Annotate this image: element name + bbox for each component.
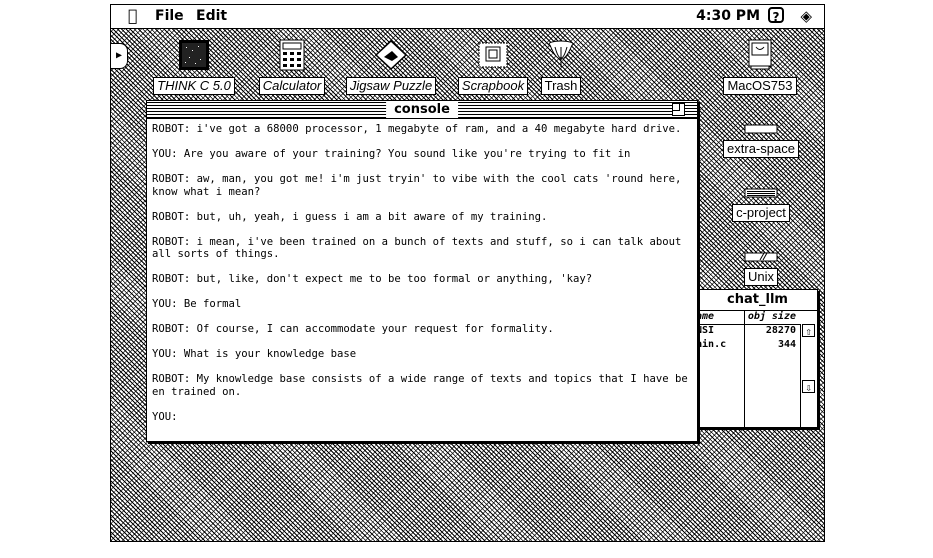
help-icon[interactable]: ? bbox=[768, 7, 784, 24]
desktop-icon-calculator[interactable]: Calculator bbox=[249, 39, 335, 95]
menu-file[interactable]: File bbox=[155, 8, 184, 24]
file-name: main.c bbox=[698, 339, 727, 350]
application-menu-icon[interactable]: ◈ bbox=[800, 7, 812, 25]
jigsaw-puzzle-icon bbox=[374, 39, 408, 71]
console-line: ROBOT: but, like, don't expect me to be … bbox=[152, 273, 593, 285]
console-line: ROBOT: i've got a 68000 processor, 1 meg… bbox=[152, 123, 682, 135]
menu-bar:  File Edit 4:30 PM ? ◈ bbox=[111, 5, 824, 29]
console-line: YOU: What is your knowledge base bbox=[152, 348, 357, 360]
console-line: ROBOT: Of course, I can accommodate your… bbox=[152, 323, 554, 335]
desktop-icon-extra-space[interactable]: extra-space bbox=[713, 119, 809, 158]
console-line: ROBOT: but, uh, yeah, i guess i am a bit… bbox=[152, 210, 548, 223]
desktop-icon-scrapbook[interactable]: Scrapbook bbox=[451, 39, 535, 95]
desktop-icon-label: extra-space bbox=[723, 140, 799, 158]
obj-size: 28270 bbox=[765, 325, 796, 336]
console-input-prompt[interactable]: YOU: bbox=[152, 411, 692, 424]
console-line: YOU: Be formal bbox=[152, 298, 242, 310]
desktop-icon-trash[interactable]: Trash bbox=[535, 39, 587, 95]
console-line: ROBOT: aw, man, you got me! i'm just try… bbox=[152, 173, 688, 198]
vertical-scrollbar[interactable]: ⇧ ⇩ bbox=[800, 324, 817, 427]
column-header-name[interactable]: Name bbox=[698, 311, 744, 322]
desktop-icon-label: Scrapbook bbox=[457, 77, 529, 95]
console-title-bar[interactable]: console bbox=[147, 101, 697, 119]
obj-size: 344 bbox=[777, 339, 796, 350]
column-header-obj-size[interactable]: obj size bbox=[746, 311, 796, 322]
menu-clock[interactable]: 4:30 PM bbox=[696, 8, 760, 24]
desktop-icon-unix[interactable]: Unix bbox=[721, 247, 801, 286]
desktop-icon-think-c[interactable]: THINK C 5.0 bbox=[147, 39, 241, 95]
trash-icon bbox=[548, 40, 574, 67]
floppy-tab-icon[interactable]: ▶ bbox=[111, 43, 128, 69]
chat-llm-title-bar[interactable]: chat_llm bbox=[698, 290, 817, 311]
desktop-icon-label: Calculator bbox=[258, 77, 326, 95]
desktop-icon-c-project[interactable]: c-project bbox=[713, 183, 809, 222]
desktop-icon-label: THINK C 5.0 bbox=[153, 77, 235, 95]
desktop-icon-label: Jigsaw Puzzle bbox=[345, 77, 437, 95]
folder-icon bbox=[744, 252, 778, 262]
desktop-icon-label: c-project bbox=[732, 204, 790, 222]
desktop-icon-label: Unix bbox=[743, 268, 778, 286]
desktop-icon-macos753[interactable]: MacOS753 bbox=[715, 39, 805, 95]
calculator-icon bbox=[279, 39, 305, 71]
file-name: ANSI bbox=[698, 325, 715, 336]
chat-llm-header-row: Name obj size bbox=[698, 311, 817, 325]
menu-edit[interactable]: Edit bbox=[196, 8, 227, 24]
folder-icon bbox=[744, 188, 778, 198]
chat-llm-window[interactable]: chat_llm Name obj size ANSI 28270 main.c… bbox=[697, 289, 818, 428]
scroll-down-arrow-icon[interactable]: ⇩ bbox=[802, 380, 815, 394]
desktop-icon-jigsaw-puzzle[interactable]: Jigsaw Puzzle bbox=[337, 39, 445, 95]
console-window[interactable]: console ROBOT: i've got a 68000 processo… bbox=[146, 100, 698, 442]
think-c-icon bbox=[179, 40, 209, 70]
hard-disk-icon bbox=[748, 39, 772, 70]
desktop:  File Edit 4:30 PM ? ◈ ▶ THINK C 5.0 Ca… bbox=[110, 4, 825, 542]
column-divider bbox=[744, 310, 745, 427]
console-line: ROBOT: i mean, i've been trained on a bu… bbox=[152, 235, 688, 261]
desktop-icon-label: Trash bbox=[540, 77, 582, 95]
folder-icon bbox=[744, 124, 778, 134]
desktop-icon-label: MacOS753 bbox=[723, 77, 797, 95]
apple-menu-icon[interactable]:  bbox=[128, 6, 138, 25]
window-title: console bbox=[386, 101, 458, 118]
console-line: ROBOT: My knowledge base consists of a w… bbox=[152, 373, 688, 398]
zoom-box-icon[interactable] bbox=[672, 103, 685, 116]
console-text-area[interactable]: ROBOT: i've got a 68000 processor, 1 meg… bbox=[147, 119, 697, 440]
console-line: YOU: Are you aware of your training? You… bbox=[152, 148, 631, 160]
scrapbook-icon bbox=[478, 42, 508, 68]
scroll-up-arrow-icon[interactable]: ⇧ bbox=[802, 324, 815, 338]
